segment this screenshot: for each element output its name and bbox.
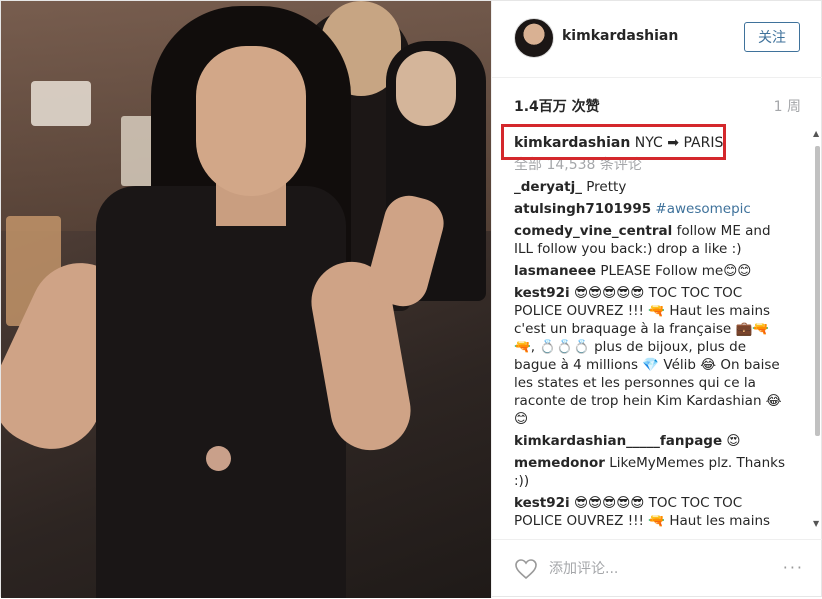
comment-text: 😎😎😎😎😎 TOC TOC TOC POLICE OUVREZ !!! 🔫 Ha… bbox=[514, 285, 782, 427]
comment-item: _deryatj_ Pretty bbox=[514, 178, 786, 196]
comment-item: comedy_vine_central follow ME and ILL fo… bbox=[514, 222, 786, 258]
comment-item: lasmaneee PLEASE Follow me😊😊 bbox=[514, 262, 786, 280]
username-link[interactable]: kimkardashian bbox=[562, 28, 678, 44]
comment-username[interactable]: comedy_vine_central bbox=[514, 223, 672, 239]
comment-item: atulsingh7101995 #awesomepic bbox=[514, 200, 786, 218]
comment-username[interactable]: _deryatj_ bbox=[514, 179, 582, 195]
heart-outline-icon[interactable] bbox=[514, 557, 538, 581]
comment-item: kest92i 😎😎😎😎😎 TOC TOC TOC POLICE OUVREZ … bbox=[514, 284, 786, 428]
comment-text: PLEASE Follow me😊😊 bbox=[600, 263, 752, 279]
post-sidebar: kimkardashian 关注 1.4百万 次赞 1 周 kimkardash… bbox=[491, 1, 822, 598]
photo-table bbox=[31, 81, 91, 126]
comment-username[interactable]: atulsingh7101995 bbox=[514, 201, 651, 217]
comment-text: 😍 bbox=[726, 433, 741, 449]
comment-item: kimkardashian_____fanpage 😍 bbox=[514, 432, 786, 450]
instagram-post: kimkardashian 关注 1.4百万 次赞 1 周 kimkardash… bbox=[0, 0, 822, 598]
post-photo[interactable] bbox=[1, 1, 491, 598]
photo-face bbox=[196, 46, 306, 196]
like-count[interactable]: 1.4百万 次赞 bbox=[514, 96, 600, 116]
comment-username[interactable]: kest92i bbox=[514, 495, 570, 511]
photo-dress bbox=[96, 186, 346, 598]
comment-username[interactable]: kest92i bbox=[514, 285, 570, 301]
comment-username[interactable]: memedonor bbox=[514, 455, 605, 471]
comment-username[interactable]: kimkardashian_____fanpage bbox=[514, 433, 722, 449]
post-header: kimkardashian 关注 bbox=[492, 1, 822, 78]
post-footer: 添加评论... ··· bbox=[492, 539, 822, 599]
follow-button[interactable]: 关注 bbox=[744, 22, 800, 52]
comment-item: memedonor LikeMyMemes plz. Thanks :)) bbox=[514, 454, 786, 490]
caption-highlight-box bbox=[501, 124, 726, 160]
avatar[interactable] bbox=[514, 18, 554, 58]
ellipsis-icon[interactable]: ··· bbox=[783, 558, 804, 577]
scrollbar-thumb[interactable] bbox=[815, 146, 820, 436]
post-time[interactable]: 1 周 bbox=[774, 96, 801, 116]
hashtag-link[interactable]: #awesomepic bbox=[655, 201, 750, 217]
comment-item: kest92i 😎😎😎😎😎 TOC TOC TOC POLICE OUVREZ … bbox=[514, 494, 786, 530]
scroll-down-arrow-icon[interactable]: ▼ bbox=[813, 519, 819, 528]
comment-text: Pretty bbox=[586, 179, 627, 195]
photo-person-head bbox=[396, 51, 456, 126]
scroll-up-arrow-icon[interactable]: ▲ bbox=[813, 129, 819, 138]
comment-username[interactable]: lasmaneee bbox=[514, 263, 596, 279]
comment-list[interactable]: kimkardashian NYC ➡ PARIS 全部 14,538 条评论 … bbox=[514, 134, 786, 532]
add-comment-input[interactable]: 添加评论... bbox=[549, 558, 618, 578]
photo-buckle bbox=[206, 446, 231, 471]
